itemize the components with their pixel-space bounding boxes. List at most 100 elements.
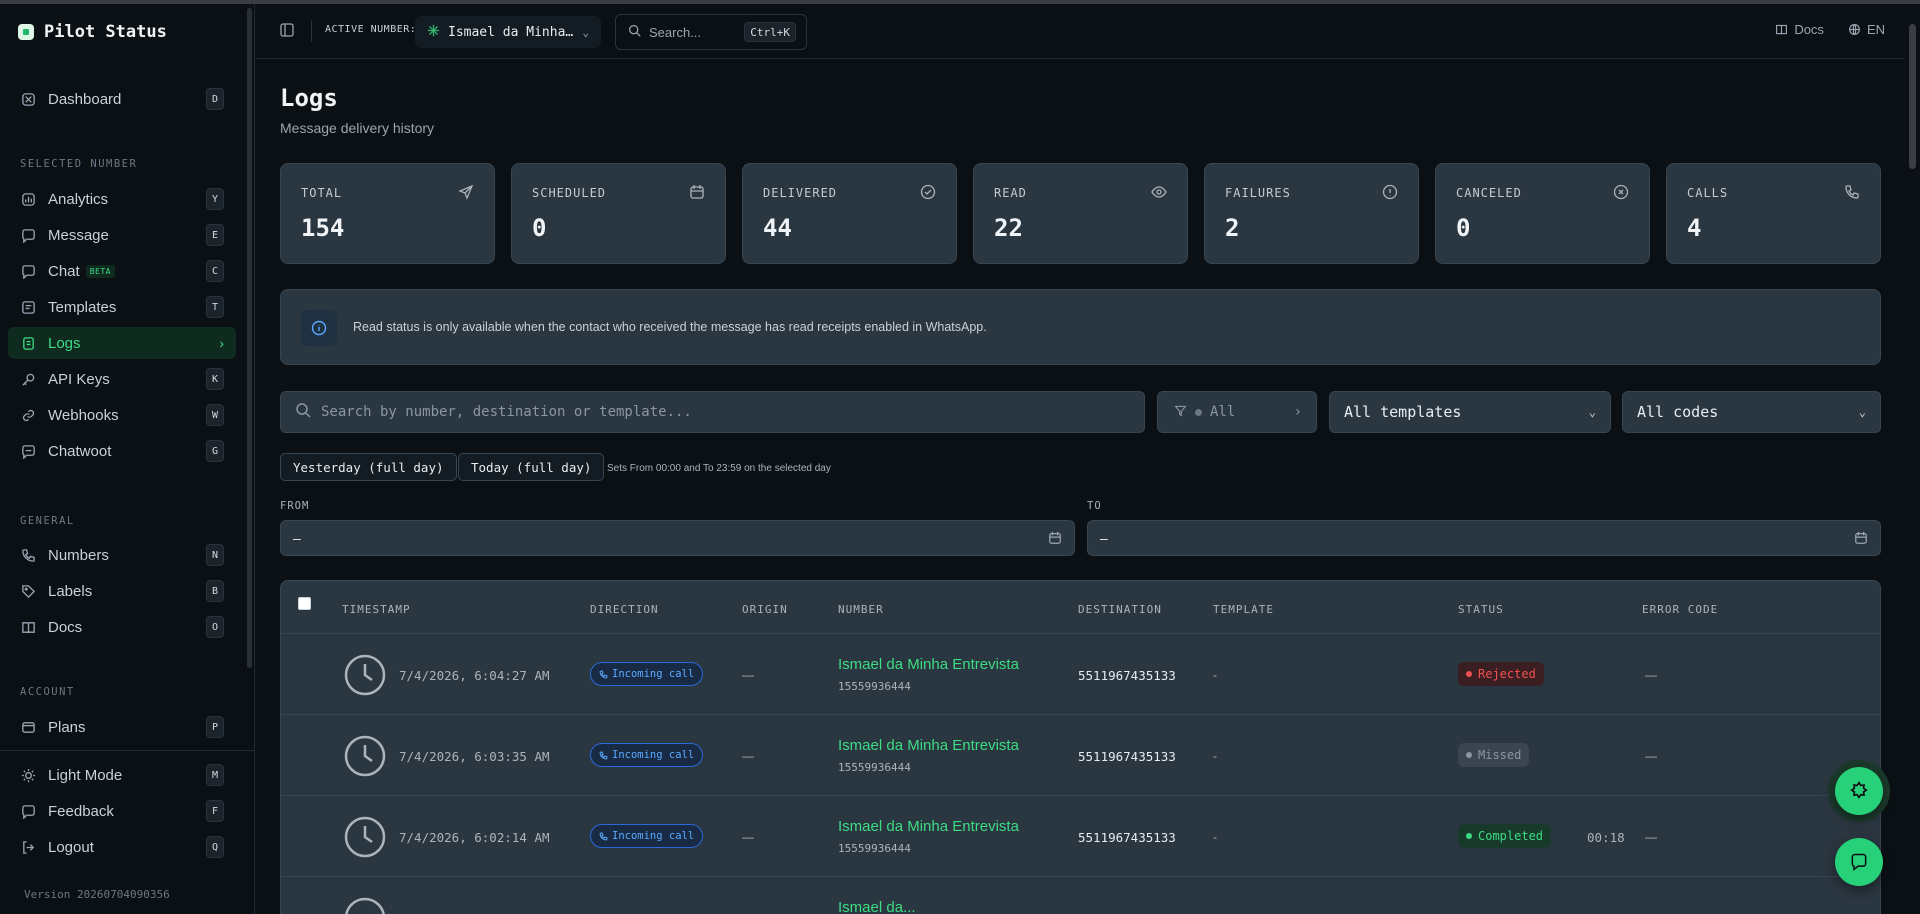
yesterday-button[interactable]: Yesterday (full day) bbox=[280, 453, 457, 481]
to-date-input[interactable]: – bbox=[1087, 520, 1881, 556]
today-button[interactable]: Today (full day) bbox=[458, 453, 605, 481]
direction-label: Incoming call bbox=[612, 749, 695, 761]
active-number-select[interactable]: Ismael da Minha… ⌄ bbox=[415, 16, 601, 48]
row-template: - bbox=[1213, 668, 1217, 682]
stat-value: 4 bbox=[1687, 214, 1702, 242]
logout-button[interactable]: Logout Q bbox=[8, 831, 236, 863]
row-template: - bbox=[1213, 749, 1217, 763]
sidebar-item-webhooks[interactable]: Webhooks W bbox=[8, 399, 236, 431]
page-scrollbar[interactable] bbox=[1906, 4, 1920, 914]
logs-icon bbox=[20, 335, 36, 351]
chat-support-button[interactable] bbox=[1835, 838, 1883, 886]
sidebar-item-label: Light Mode bbox=[48, 766, 123, 784]
templates-icon bbox=[20, 299, 36, 315]
code-filter[interactable]: All codes ⌄ bbox=[1622, 391, 1881, 433]
row-number-name[interactable]: Ismael da Minha Entrevista bbox=[838, 818, 1019, 835]
status-badge: Rejected bbox=[1458, 662, 1544, 686]
sidebar-item-label: Labels bbox=[48, 582, 93, 600]
shortcut-key: E bbox=[206, 224, 224, 246]
sidebar-item-templates[interactable]: Templates T bbox=[8, 291, 236, 323]
table-row[interactable]: 7/4/2026, 6:03:35 AM Incoming call — Ismael… bbox=[281, 715, 1880, 796]
status-filter-value: All bbox=[1210, 404, 1236, 420]
stat-value: 154 bbox=[301, 214, 345, 242]
row-duration: 00:18 bbox=[1587, 830, 1625, 845]
column-header[interactable]: ORIGIN bbox=[742, 603, 788, 616]
stat-value: 2 bbox=[1225, 214, 1240, 242]
column-header[interactable]: TIMESTAMP bbox=[342, 603, 411, 616]
sidebar-item-logs[interactable]: Logs › bbox=[8, 327, 236, 359]
analytics-icon bbox=[20, 191, 36, 207]
chat-bubble-icon bbox=[1851, 853, 1867, 872]
to-label: TO bbox=[1087, 500, 1102, 512]
column-header[interactable]: TEMPLATE bbox=[1213, 603, 1274, 616]
page-title: Logs bbox=[280, 84, 338, 112]
stat-value: 44 bbox=[763, 214, 792, 242]
assistant-button[interactable] bbox=[1835, 767, 1883, 815]
table-row[interactable]: 7/4/2026, 6:04:27 AM Incoming call — Ismael… bbox=[281, 634, 1880, 715]
sidebar-item-message[interactable]: Message E bbox=[8, 219, 236, 251]
row-number: 15559936444 bbox=[838, 842, 911, 855]
stat-card-calls: CALLS 4 bbox=[1666, 163, 1881, 264]
credit-card-icon bbox=[20, 719, 36, 735]
sidebar-item-dashboard[interactable]: Dashboard D bbox=[8, 83, 236, 115]
logs-search-input[interactable] bbox=[321, 404, 1101, 420]
logs-search[interactable] bbox=[280, 391, 1145, 433]
code-filter-value: All codes bbox=[1637, 403, 1719, 421]
table-row[interactable]: 7/4/2026, 6:02:14 AM Incoming call — Ismael… bbox=[281, 796, 1880, 877]
row-number-name[interactable]: Ismael da... bbox=[838, 899, 916, 914]
chatwoot-icon bbox=[20, 443, 36, 459]
sidebar-item-docs[interactable]: Docs O bbox=[8, 611, 236, 643]
brand[interactable]: Pilot Status bbox=[18, 22, 167, 42]
stat-card-failures: FAILURES 2 bbox=[1204, 163, 1419, 264]
x-circle-icon bbox=[1613, 184, 1629, 200]
toggle-sidebar-icon[interactable] bbox=[279, 22, 295, 38]
status-label: Missed bbox=[1478, 748, 1522, 762]
chevron-down-icon: ⌄ bbox=[1858, 405, 1866, 419]
from-date-value: – bbox=[293, 530, 301, 546]
sidebar-item-numbers[interactable]: Numbers N bbox=[8, 539, 236, 571]
global-search[interactable]: Search... Ctrl+K bbox=[615, 14, 807, 50]
row-number-name[interactable]: Ismael da Minha Entrevista bbox=[838, 656, 1019, 673]
table-row[interactable]: Ismael da... bbox=[281, 877, 1880, 914]
sidebar-item-label: Numbers bbox=[48, 546, 109, 564]
sidebar-item-analytics[interactable]: Analytics Y bbox=[8, 183, 236, 215]
row-destination: 5511967435133 bbox=[1078, 830, 1176, 845]
column-header[interactable]: DIRECTION bbox=[590, 603, 659, 616]
template-filter-value: All templates bbox=[1344, 403, 1462, 421]
column-header[interactable]: STATUS bbox=[1458, 603, 1504, 616]
row-destination: 5511967435133 bbox=[1078, 749, 1176, 764]
sidebar-item-chat[interactable]: Chat BETA C bbox=[8, 255, 236, 287]
from-date-input[interactable]: – bbox=[280, 520, 1075, 556]
main-content: Logs Message delivery history TOTAL 154 SC… bbox=[255, 60, 1905, 914]
stat-label: CALLS bbox=[1687, 186, 1729, 200]
language-select[interactable]: EN bbox=[1848, 22, 1885, 37]
top-header: ACTIVE NUMBER: Ismael da Minha… ⌄ Search… bbox=[255, 4, 1905, 59]
column-header[interactable]: NUMBER bbox=[838, 603, 884, 616]
sidebar-scrollbar[interactable] bbox=[247, 8, 252, 668]
column-header[interactable]: DESTINATION bbox=[1078, 603, 1162, 616]
docs-link[interactable]: Docs bbox=[1775, 22, 1824, 37]
sidebar-item-label: Plans bbox=[48, 718, 86, 736]
chevron-down-icon: ⌄ bbox=[1588, 405, 1596, 419]
template-filter[interactable]: All templates ⌄ bbox=[1329, 391, 1611, 433]
filter-icon bbox=[1174, 404, 1187, 421]
row-timestamp: 7/4/2026, 6:03:35 AM bbox=[399, 749, 550, 764]
sidebar: Pilot Status Dashboard D SELECTED NUMBER… bbox=[0, 4, 255, 914]
status-dot bbox=[1466, 833, 1472, 839]
sidebar-item-api-keys[interactable]: API Keys K bbox=[8, 363, 236, 395]
row-number-name[interactable]: Ismael da Minha Entrevista bbox=[838, 737, 1019, 754]
sidebar-item-chatwoot[interactable]: Chatwoot G bbox=[8, 435, 236, 467]
status-filter[interactable]: All › bbox=[1157, 391, 1317, 433]
shortcut-key: B bbox=[206, 580, 224, 602]
select-all-checkbox[interactable] bbox=[298, 597, 311, 610]
sidebar-item-label: Feedback bbox=[48, 802, 114, 820]
shortcut-key: G bbox=[206, 440, 224, 462]
light-mode-toggle[interactable]: Light Mode M bbox=[8, 759, 236, 791]
chevron-down-icon: ⌄ bbox=[582, 25, 589, 39]
column-header[interactable]: ERROR CODE bbox=[1642, 603, 1718, 616]
sidebar-item-label: Chatwoot bbox=[48, 442, 112, 460]
feedback-button[interactable]: Feedback F bbox=[8, 795, 236, 827]
sidebar-item-plans[interactable]: Plans P bbox=[8, 711, 236, 743]
stat-label: SCHEDULED bbox=[532, 186, 607, 200]
sidebar-item-labels[interactable]: Labels B bbox=[8, 575, 236, 607]
